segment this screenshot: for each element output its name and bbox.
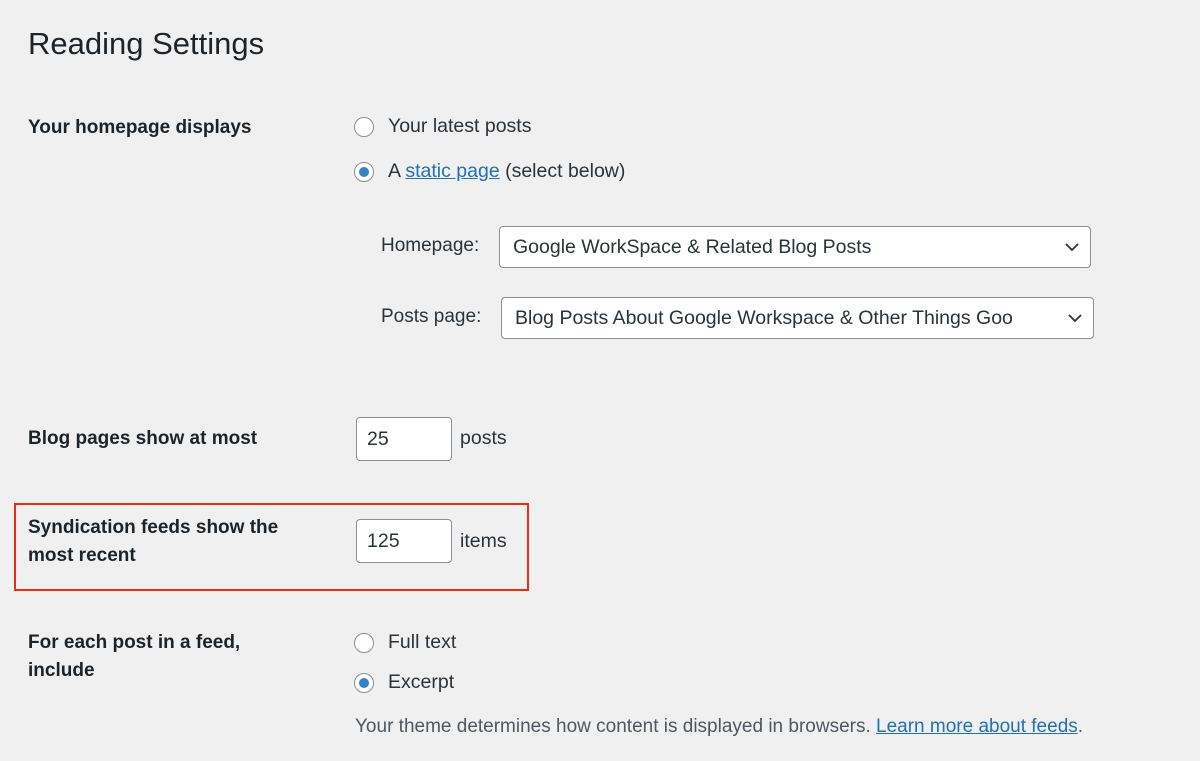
homepage-displays-label: Your homepage displays [28,117,252,138]
feed-description-end: . [1077,716,1084,737]
radio-excerpt[interactable]: Excerpt [354,671,454,694]
feed-description: Your theme determines how content is dis… [355,716,1083,738]
radio-excerpt-input[interactable] [354,672,374,693]
syndication-unit: items [460,530,507,552]
radio-static-page-input[interactable] [354,161,374,182]
posts-page-select[interactable]: Blog Posts About Google Workspace & Othe… [501,297,1094,339]
radio-static-page-prefix: A [388,160,406,182]
radio-latest-posts-label: Your latest posts [388,115,532,137]
feed-content-label-line2: include [28,660,95,681]
syndication-label-line2: most recent [28,545,136,566]
syndication-label-line1: Syndication feeds show the [28,517,279,538]
static-page-link[interactable]: static page [405,160,499,183]
chevron-down-icon [1054,242,1090,252]
chevron-down-icon [1057,313,1093,323]
radio-full-text-label: Full text [388,631,457,653]
feed-content-label-line1: For each post in a feed, [28,632,241,653]
homepage-select[interactable]: Google WorkSpace & Related Blog Posts [499,226,1091,268]
radio-latest-posts[interactable]: Your latest posts [354,115,531,138]
homepage-select-value: Google WorkSpace & Related Blog Posts [513,235,872,258]
blog-pages-label: Blog pages show at most [28,428,258,449]
learn-more-feeds-link[interactable]: Learn more about feeds [876,716,1078,737]
posts-page-select-label: Posts page: [381,306,482,327]
radio-excerpt-label: Excerpt [388,671,455,693]
radio-static-page[interactable]: A static page (select below) [354,160,625,183]
feed-description-text: Your theme determines how content is dis… [355,716,877,737]
feed-content-label: For each post in a feed, include [28,629,240,685]
radio-full-text-input[interactable] [354,632,374,653]
blog-pages-input[interactable]: 25 [356,417,452,461]
homepage-select-label: Homepage: [381,235,480,256]
page-title: Reading Settings [28,26,265,61]
radio-static-page-suffix: (select below) [499,160,626,182]
radio-latest-posts-input[interactable] [354,116,374,137]
syndication-input[interactable]: 125 [356,519,452,563]
blog-pages-unit: posts [460,427,507,449]
posts-page-select-value: Blog Posts About Google Workspace & Othe… [515,306,1013,329]
syndication-label: Syndication feeds show the most recent [28,514,278,570]
radio-full-text[interactable]: Full text [354,631,456,654]
